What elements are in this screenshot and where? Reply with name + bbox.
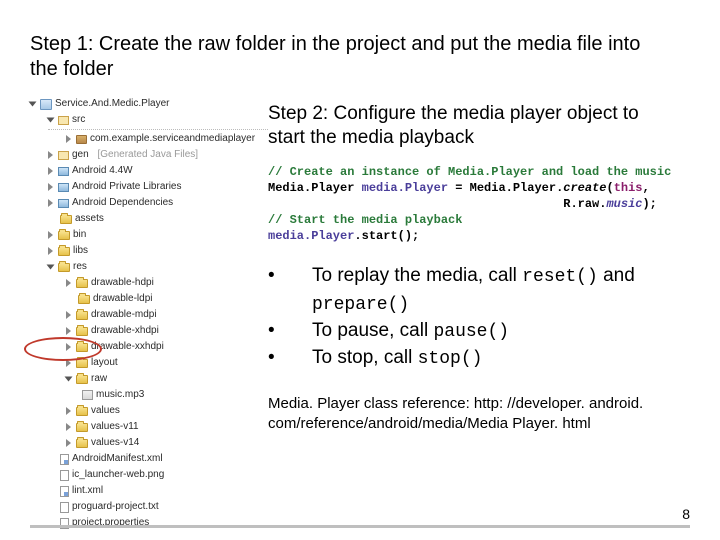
folder-icon bbox=[58, 263, 70, 272]
tree-adep: Android Dependencies bbox=[72, 195, 173, 211]
tree-raw: raw bbox=[91, 371, 107, 387]
tree-res: res bbox=[73, 259, 87, 275]
bullet-replay: To replay the media, call reset() and pr… bbox=[312, 263, 690, 317]
mp3-file-icon bbox=[82, 390, 93, 400]
folder-icon bbox=[58, 231, 70, 240]
reference-text: Media. Player class reference: http: //d… bbox=[268, 394, 668, 433]
folder-icon bbox=[76, 423, 88, 432]
tree-iclaunch: ic_launcher-web.png bbox=[72, 467, 164, 483]
folder-icon bbox=[76, 343, 88, 352]
png-file-icon bbox=[60, 470, 69, 481]
tree-pkg: com.example.serviceandmediaplayer bbox=[90, 131, 255, 147]
tree-v14: values-v14 bbox=[91, 435, 139, 451]
project-icon bbox=[40, 99, 52, 110]
package-explorer: Service.And.Medic.Player src com.example… bbox=[30, 96, 250, 531]
tree-assets: assets bbox=[75, 211, 104, 227]
tree-bin: bin bbox=[73, 227, 86, 243]
tree-gen-note: [Generated Java Files] bbox=[97, 147, 198, 163]
tree-layout: layout bbox=[91, 355, 118, 371]
tree-proguard: proguard-project.txt bbox=[72, 499, 159, 515]
tree-a44w: Android 4.4W bbox=[72, 163, 133, 179]
folder-icon bbox=[58, 247, 70, 256]
src-folder-icon bbox=[58, 116, 69, 125]
main-row: Service.And.Medic.Player src com.example… bbox=[30, 96, 690, 531]
android-lib-icon bbox=[58, 183, 69, 192]
tree-dm: drawable-mdpi bbox=[91, 307, 157, 323]
bottom-rule bbox=[30, 525, 690, 528]
xml-file-icon bbox=[60, 486, 69, 497]
txt-file-icon bbox=[60, 502, 69, 513]
bullet-stop: To stop, call stop() bbox=[312, 345, 690, 372]
tree-v11: values-v11 bbox=[91, 419, 139, 435]
tree-manifest: AndroidManifest.xml bbox=[72, 451, 163, 467]
tree-gen: gen bbox=[72, 147, 89, 163]
folder-icon bbox=[78, 295, 90, 304]
bullet-pause: To pause, call pause() bbox=[312, 318, 690, 345]
tree-mp3: music.mp3 bbox=[96, 387, 144, 403]
step1-heading: Step 1: Create the raw folder in the pro… bbox=[30, 32, 670, 82]
folder-icon bbox=[76, 279, 88, 288]
tree-lintxml: lint.xml bbox=[72, 483, 103, 499]
folder-icon bbox=[76, 327, 88, 336]
right-column: Step 2: Configure the media player objec… bbox=[268, 96, 690, 531]
tree-dh: drawable-hdpi bbox=[91, 275, 154, 291]
folder-icon bbox=[76, 311, 88, 320]
tree-values: values bbox=[91, 403, 120, 419]
package-icon bbox=[76, 135, 87, 144]
gen-folder-icon bbox=[58, 151, 69, 160]
tree-dl: drawable-ldpi bbox=[93, 291, 152, 307]
bullet-list: To replay the media, call reset() and pr… bbox=[268, 263, 690, 372]
tree-root: Service.And.Medic.Player bbox=[55, 96, 170, 112]
tree-src: src bbox=[72, 112, 85, 128]
page-number: 8 bbox=[682, 506, 690, 522]
folder-icon bbox=[60, 215, 72, 224]
tree-projprop: project.properties bbox=[72, 515, 149, 531]
android-lib-icon bbox=[58, 199, 69, 208]
folder-icon bbox=[76, 359, 88, 368]
step2-heading: Step 2: Configure the media player objec… bbox=[268, 102, 648, 150]
folder-icon bbox=[76, 407, 88, 416]
android-lib-icon bbox=[58, 167, 69, 176]
tree-apl: Android Private Libraries bbox=[72, 179, 182, 195]
folder-icon bbox=[76, 439, 88, 448]
code-block: // Create an instance of Media.Player an… bbox=[268, 164, 690, 245]
xml-file-icon bbox=[60, 454, 69, 465]
tree-libs: libs bbox=[73, 243, 88, 259]
raw-folder-icon bbox=[76, 375, 88, 384]
tree-dxxh: drawable-xxhdpi bbox=[91, 339, 164, 355]
slide: Step 1: Create the raw folder in the pro… bbox=[0, 0, 720, 540]
tree-dxh: drawable-xhdpi bbox=[91, 323, 159, 339]
